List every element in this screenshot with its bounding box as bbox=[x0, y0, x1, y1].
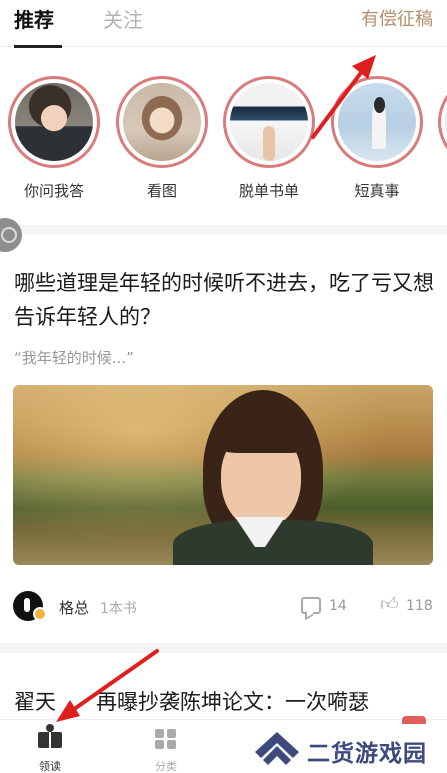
thumbs-up-icon[interactable]: 👍︎ bbox=[380, 595, 399, 615]
topic-pictures-image bbox=[123, 83, 201, 161]
comment-count: 14 bbox=[329, 598, 347, 614]
topic-qa-image bbox=[15, 83, 93, 161]
floating-side-button[interactable] bbox=[0, 218, 22, 252]
topic-short-true-stories-image bbox=[338, 83, 416, 161]
active-tab-underline bbox=[14, 45, 62, 48]
article-excerpt: “我年轻的时候...” bbox=[14, 349, 134, 367]
paid-submission-link[interactable]: 有偿征稿 bbox=[361, 9, 433, 31]
tab-following[interactable]: 关注 bbox=[103, 7, 143, 33]
topic-short-true-stories[interactable]: 短真事 bbox=[331, 76, 423, 201]
topic-short-true-stories-avatar bbox=[331, 76, 423, 168]
topic-qa-avatar bbox=[8, 76, 100, 168]
topic-qa-label: 你问我答 bbox=[23, 182, 84, 200]
topic-singles-booklist[interactable]: 脱单书单 bbox=[223, 76, 315, 201]
author-badge-icon bbox=[33, 607, 47, 621]
nav-read-label: 领读 bbox=[39, 760, 61, 773]
reel-icon bbox=[1, 227, 17, 243]
topic-qa[interactable]: 你问我答 bbox=[8, 76, 100, 201]
article-meta-row: 格总 1本书 14 👍︎ 118 bbox=[13, 591, 433, 621]
author-book-count: 1本书 bbox=[100, 601, 137, 617]
topic-singles-booklist-label: 脱单书单 bbox=[238, 182, 299, 200]
topic-short-true-stories-label: 短真事 bbox=[354, 182, 400, 200]
topic-next-partial[interactable] bbox=[438, 76, 447, 168]
nav-category[interactable]: 分类 bbox=[136, 728, 196, 773]
tab-following-label: 关注 bbox=[103, 8, 143, 32]
article-2-title-end: 再曝抄袭陈坤论文：一次嗬瑟 bbox=[96, 690, 369, 714]
comment-icon[interactable] bbox=[301, 597, 321, 614]
topic-pictures-label: 看图 bbox=[146, 182, 177, 200]
tab-recommended-label: 推荐 bbox=[14, 8, 54, 32]
topic-pictures-avatar bbox=[116, 76, 208, 168]
article-2-title-start: 翟天 bbox=[14, 690, 56, 714]
watermark-logo-icon bbox=[255, 732, 299, 765]
topic-singles-booklist-image bbox=[230, 83, 308, 161]
book-reader-icon bbox=[38, 724, 62, 750]
topic-shortcuts-row: 你问我答 看图 脱单书单 短真事 bbox=[0, 76, 447, 216]
nav-read[interactable]: 领读 bbox=[20, 724, 80, 773]
notification-dot bbox=[402, 716, 426, 724]
section-divider-2 bbox=[0, 643, 447, 653]
topic-singles-booklist-avatar bbox=[223, 76, 315, 168]
author-name[interactable]: 格总 bbox=[59, 597, 89, 618]
article-title[interactable]: 哪些道理是年轻的时候听不进去，吃了亏又想告诉年轻人的？ bbox=[14, 266, 434, 334]
article-2-title[interactable]: 翟天 再曝抄袭陈坤论文：一次嗬瑟 bbox=[14, 685, 447, 719]
top-tab-bar: 推荐 关注 有偿征稿 bbox=[0, 0, 447, 48]
article-cover-image[interactable] bbox=[13, 385, 433, 565]
like-count: 118 bbox=[406, 598, 433, 614]
watermark-text: 二货游戏园 bbox=[307, 741, 427, 767]
category-grid-icon bbox=[154, 728, 178, 750]
watermark: 二货游戏园 bbox=[255, 728, 445, 768]
topic-next-partial-avatar bbox=[438, 76, 447, 168]
tab-recommended[interactable]: 推荐 bbox=[14, 7, 62, 48]
section-divider bbox=[0, 225, 447, 235]
nav-category-label: 分类 bbox=[155, 760, 177, 773]
topic-pictures[interactable]: 看图 bbox=[116, 76, 208, 201]
